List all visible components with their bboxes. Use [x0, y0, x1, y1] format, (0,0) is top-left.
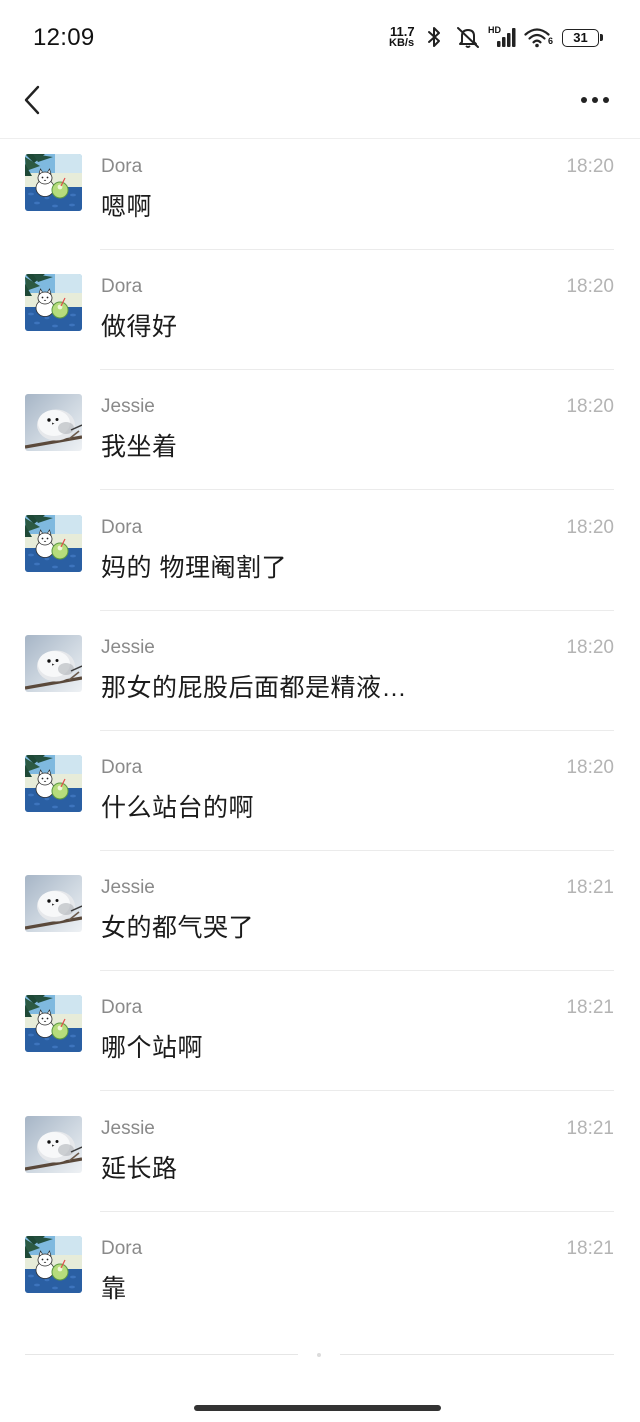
message-time: 18:20 — [566, 276, 614, 298]
chat-record-list[interactable]: Dora 18:20 嗯啊 Dora 18:20 做得好 Jessie 18:2… — [0, 140, 640, 1342]
list-end-line-right — [340, 1354, 614, 1355]
sender-name: Dora — [101, 997, 143, 1019]
dora-avatar[interactable] — [25, 514, 82, 572]
chat-record-item[interactable]: Dora 18:20 妈的 物理阉割了 — [0, 501, 640, 621]
item-divider — [100, 729, 614, 731]
jessie-avatar[interactable] — [25, 1115, 82, 1173]
chat-record-item[interactable]: Dora 18:20 什么站台的啊 — [0, 741, 640, 861]
battery-level: 31 — [573, 30, 588, 45]
message-time: 18:21 — [566, 997, 614, 1019]
item-divider — [100, 970, 614, 972]
chat-record-item[interactable]: Jessie 18:21 女的都气哭了 — [0, 861, 640, 981]
status-time: 12:09 — [33, 24, 95, 51]
chat-record-item[interactable]: Dora 18:20 嗯啊 — [0, 140, 640, 260]
dora-avatar[interactable] — [25, 995, 82, 1053]
message-text: 哪个站啊 — [101, 1034, 204, 1063]
message-time: 18:20 — [566, 756, 614, 778]
dora-avatar-image — [25, 754, 82, 812]
dora-avatar-image — [25, 995, 82, 1053]
jessie-avatar[interactable] — [25, 875, 82, 933]
message-text: 女的都气哭了 — [101, 914, 255, 943]
cellular-signal-icon: HD — [487, 25, 519, 49]
item-divider — [100, 489, 614, 491]
bluetooth-icon — [428, 27, 440, 47]
dora-avatar[interactable] — [25, 754, 82, 812]
signal-bars-icon — [497, 28, 516, 47]
item-divider — [100, 849, 614, 851]
dora-avatar-image — [25, 154, 82, 211]
message-text: 延长路 — [101, 1154, 178, 1183]
list-end-line-left — [25, 1354, 298, 1355]
home-indicator[interactable] — [194, 1405, 441, 1411]
item-divider — [100, 369, 614, 371]
sender-name: Jessie — [101, 877, 155, 899]
sender-name: Jessie — [101, 396, 155, 418]
message-text: 做得好 — [101, 313, 178, 342]
more-dots-icon — [581, 97, 609, 103]
message-text: 什么站台的啊 — [101, 793, 255, 822]
message-text: 妈的 物理阉割了 — [101, 553, 287, 582]
status-bar: 12:09 11.7 KB/s HD 6 31 — [0, 0, 640, 75]
item-divider — [100, 1210, 614, 1212]
list-end-dot — [317, 1352, 321, 1357]
message-time: 18:20 — [566, 636, 614, 658]
sender-name: Dora — [101, 756, 143, 778]
battery-icon: 31 — [562, 29, 603, 47]
message-text: 靠 — [101, 1274, 127, 1303]
jessie-avatar[interactable] — [25, 634, 82, 692]
nav-bar — [0, 75, 640, 139]
dora-avatar-image — [25, 1235, 82, 1293]
item-divider — [100, 1090, 614, 1092]
message-time: 18:21 — [566, 1237, 614, 1259]
item-divider — [100, 249, 614, 250]
jessie-avatar-image — [25, 890, 82, 930]
jessie-avatar-image — [25, 409, 82, 449]
dora-avatar-image — [25, 274, 82, 332]
network-speed-unit: KB/s — [389, 37, 415, 49]
sender-name: Dora — [101, 156, 143, 177]
sender-name: Dora — [101, 1237, 143, 1259]
jessie-avatar-image — [25, 650, 82, 690]
dora-avatar-image — [25, 514, 82, 572]
message-text: 我坐着 — [101, 433, 178, 462]
wifi-generation-label: 6 — [548, 36, 554, 46]
sender-name: Jessie — [101, 636, 155, 658]
notifications-muted-icon — [457, 27, 479, 48]
wifi-icon: 6 — [524, 25, 556, 49]
item-divider — [100, 609, 614, 611]
chat-record-item[interactable]: Jessie 18:20 那女的屁股后面都是精液… — [0, 621, 640, 741]
sender-name: Jessie — [101, 1117, 155, 1139]
message-time: 18:21 — [566, 1117, 614, 1139]
message-time: 18:20 — [566, 396, 614, 418]
sender-name: Dora — [101, 516, 143, 538]
chat-record-item[interactable]: Dora 18:21 靠 — [0, 1222, 640, 1342]
chat-record-item[interactable]: Jessie 18:21 延长路 — [0, 1102, 640, 1222]
list-end-divider — [0, 1352, 640, 1357]
message-text: 那女的屁股后面都是精液… — [101, 673, 408, 702]
dora-avatar[interactable] — [25, 274, 82, 332]
message-time: 18:20 — [566, 156, 614, 177]
more-button[interactable] — [576, 90, 616, 110]
jessie-avatar[interactable] — [25, 394, 82, 452]
sender-name: Dora — [101, 276, 143, 298]
chat-record-item[interactable]: Dora 18:20 做得好 — [0, 260, 640, 380]
message-text: 嗯啊 — [101, 193, 153, 221]
jessie-avatar-image — [25, 1131, 82, 1171]
network-speed: 11.7 KB/s — [389, 25, 421, 49]
back-button[interactable] — [22, 84, 42, 116]
dora-avatar[interactable] — [25, 154, 82, 211]
message-time: 18:20 — [566, 516, 614, 538]
chat-record-item[interactable]: Jessie 18:20 我坐着 — [0, 380, 640, 500]
message-time: 18:21 — [566, 877, 614, 899]
battery-nub — [600, 34, 603, 41]
chat-record-item[interactable]: Dora 18:21 哪个站啊 — [0, 981, 640, 1101]
chevron-left-icon — [24, 85, 40, 115]
dora-avatar[interactable] — [25, 1235, 82, 1293]
